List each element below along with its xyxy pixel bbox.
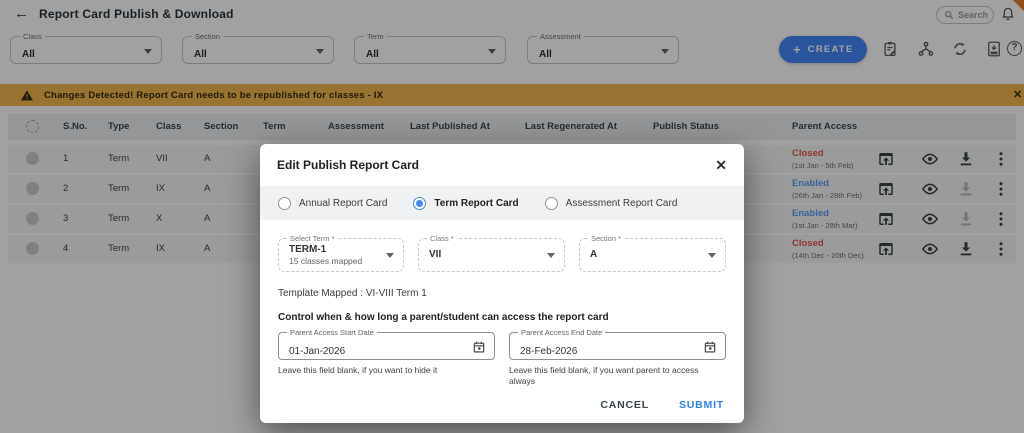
end-date-value: 28-Feb-2026 — [520, 346, 577, 357]
calendar-icon[interactable] — [703, 340, 717, 354]
select-term-subtext: 15 classes mapped — [289, 256, 379, 266]
radio-term-report-card[interactable]: Term Report Card — [413, 197, 518, 210]
select-term-dropdown[interactable]: Select Term * TERM-1 15 classes mapped — [278, 238, 404, 272]
parent-access-end-date-field[interactable]: Parent Access End Date 28-Feb-2026 — [509, 332, 726, 360]
modal-title: Edit Publish Report Card — [277, 158, 419, 172]
radio-assessment-report-card[interactable]: Assessment Report Card — [545, 197, 678, 210]
chevron-down-icon — [386, 253, 394, 258]
section-dropdown[interactable]: Section * A — [579, 238, 726, 272]
chevron-down-icon — [708, 253, 716, 258]
report-type-radio-group: Annual Report Card Term Report Card Asse… — [260, 186, 744, 220]
section-value: A — [590, 249, 701, 260]
radio-icon — [278, 197, 291, 210]
section-label: Section * — [588, 234, 624, 243]
radio-annual-report-card[interactable]: Annual Report Card — [278, 197, 387, 210]
modal-close-icon[interactable]: ✕ — [715, 158, 727, 172]
select-term-label: Select Term * — [287, 234, 337, 243]
radio-label: Annual Report Card — [299, 198, 387, 209]
start-date-helper: Leave this field blank, if you want to h… — [278, 365, 493, 376]
select-term-value: TERM-1 — [289, 244, 379, 255]
class-value: VII — [429, 249, 540, 260]
calendar-icon[interactable] — [472, 340, 486, 354]
start-date-label: Parent Access Start Date — [287, 328, 377, 337]
class-dropdown[interactable]: Class * VII — [418, 238, 565, 272]
cancel-button[interactable]: CANCEL — [600, 399, 649, 411]
radio-label: Term Report Card — [434, 198, 518, 209]
radio-label: Assessment Report Card — [566, 198, 678, 209]
submit-button[interactable]: SUBMIT — [679, 399, 724, 411]
start-date-value: 01-Jan-2026 — [289, 346, 345, 357]
chevron-down-icon — [547, 253, 555, 258]
control-access-heading: Control when & how long a parent/student… — [278, 312, 726, 323]
template-mapped-text: Template Mapped : VI-VIII Term 1 — [278, 288, 726, 299]
parent-access-start-date-field[interactable]: Parent Access Start Date 01-Jan-2026 — [278, 332, 495, 360]
radio-icon — [413, 197, 426, 210]
end-date-helper: Leave this field blank, if you want pare… — [509, 365, 724, 387]
end-date-label: Parent Access End Date — [518, 328, 605, 337]
class-label: Class * — [427, 234, 457, 243]
radio-icon — [545, 197, 558, 210]
edit-publish-modal: Edit Publish Report Card ✕ Annual Report… — [260, 144, 744, 423]
